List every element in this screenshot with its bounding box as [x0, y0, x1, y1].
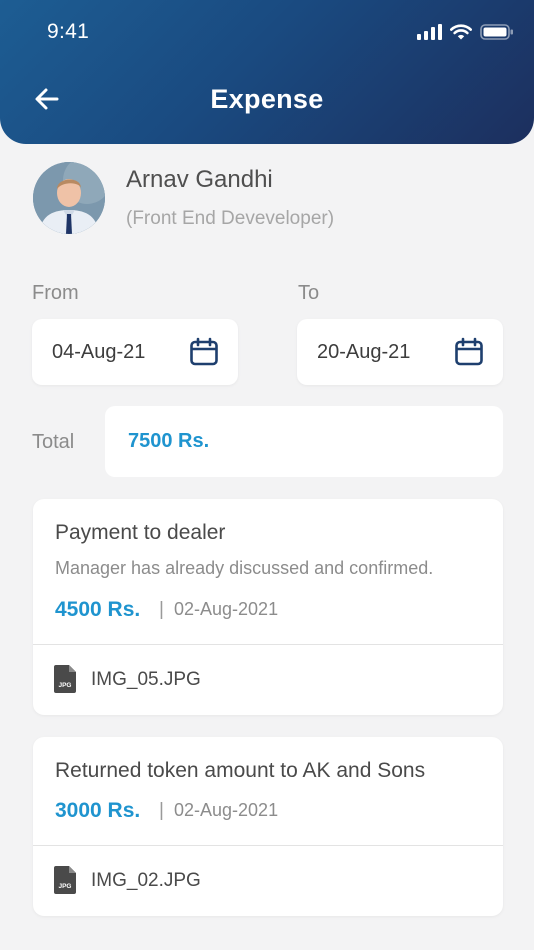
expense-card[interactable]: Payment to dealer Manager has already di…: [33, 499, 503, 715]
from-date-value: 04-Aug-21: [52, 341, 146, 363]
card-divider: [33, 845, 503, 846]
battery-icon: [480, 24, 513, 40]
wifi-icon: [450, 24, 472, 40]
status-time: 9:41: [47, 20, 90, 43]
expense-amount: 4500 Rs.: [55, 598, 141, 621]
calendar-icon[interactable]: [189, 337, 219, 367]
to-date-field[interactable]: 20-Aug-21: [297, 319, 503, 385]
from-date-field[interactable]: 04-Aug-21: [32, 319, 238, 385]
separator: |: [159, 800, 164, 821]
attachment-name[interactable]: IMG_02.JPG: [91, 870, 201, 892]
page-title: Expense: [210, 84, 324, 114]
expense-title: Payment to dealer: [55, 521, 226, 544]
to-label: To: [298, 282, 320, 304]
expense-amount: 3000 Rs.: [55, 799, 141, 822]
calendar-icon[interactable]: [454, 337, 484, 367]
expense-date: 02-Aug-2021: [174, 800, 279, 820]
file-badge-text: JPG: [58, 682, 71, 689]
file-badge-text: JPG: [58, 883, 71, 890]
expense-description: Manager has already discussed and confir…: [55, 558, 434, 578]
expense-title: Returned token amount to AK and Sons: [55, 759, 426, 782]
jpg-file-icon: JPG: [54, 665, 76, 693]
card-divider: [33, 644, 503, 645]
avatar: [33, 162, 105, 234]
status-icons: [417, 24, 514, 40]
status-bar: 9:41: [0, 0, 534, 64]
employee-role: (Front End Deveveloper): [126, 208, 335, 229]
avatar-portrait: [33, 162, 105, 234]
expense-date: 02-Aug-2021: [174, 599, 279, 619]
total-value: 7500 Rs.: [128, 430, 210, 452]
attachment-name[interactable]: IMG_05.JPG: [91, 669, 201, 691]
separator: |: [159, 599, 164, 620]
total-label: Total: [32, 431, 75, 453]
to-date-value: 20-Aug-21: [317, 341, 411, 363]
app-header: 9:41 Expense: [0, 0, 534, 144]
cellular-signal-icon: [417, 24, 442, 40]
from-label: From: [32, 282, 79, 304]
total-field: 7500 Rs.: [105, 406, 503, 477]
expense-card[interactable]: Returned token amount to AK and Sons 300…: [33, 737, 503, 916]
jpg-file-icon: JPG: [54, 866, 76, 894]
employee-name: Arnav Gandhi: [126, 166, 273, 193]
